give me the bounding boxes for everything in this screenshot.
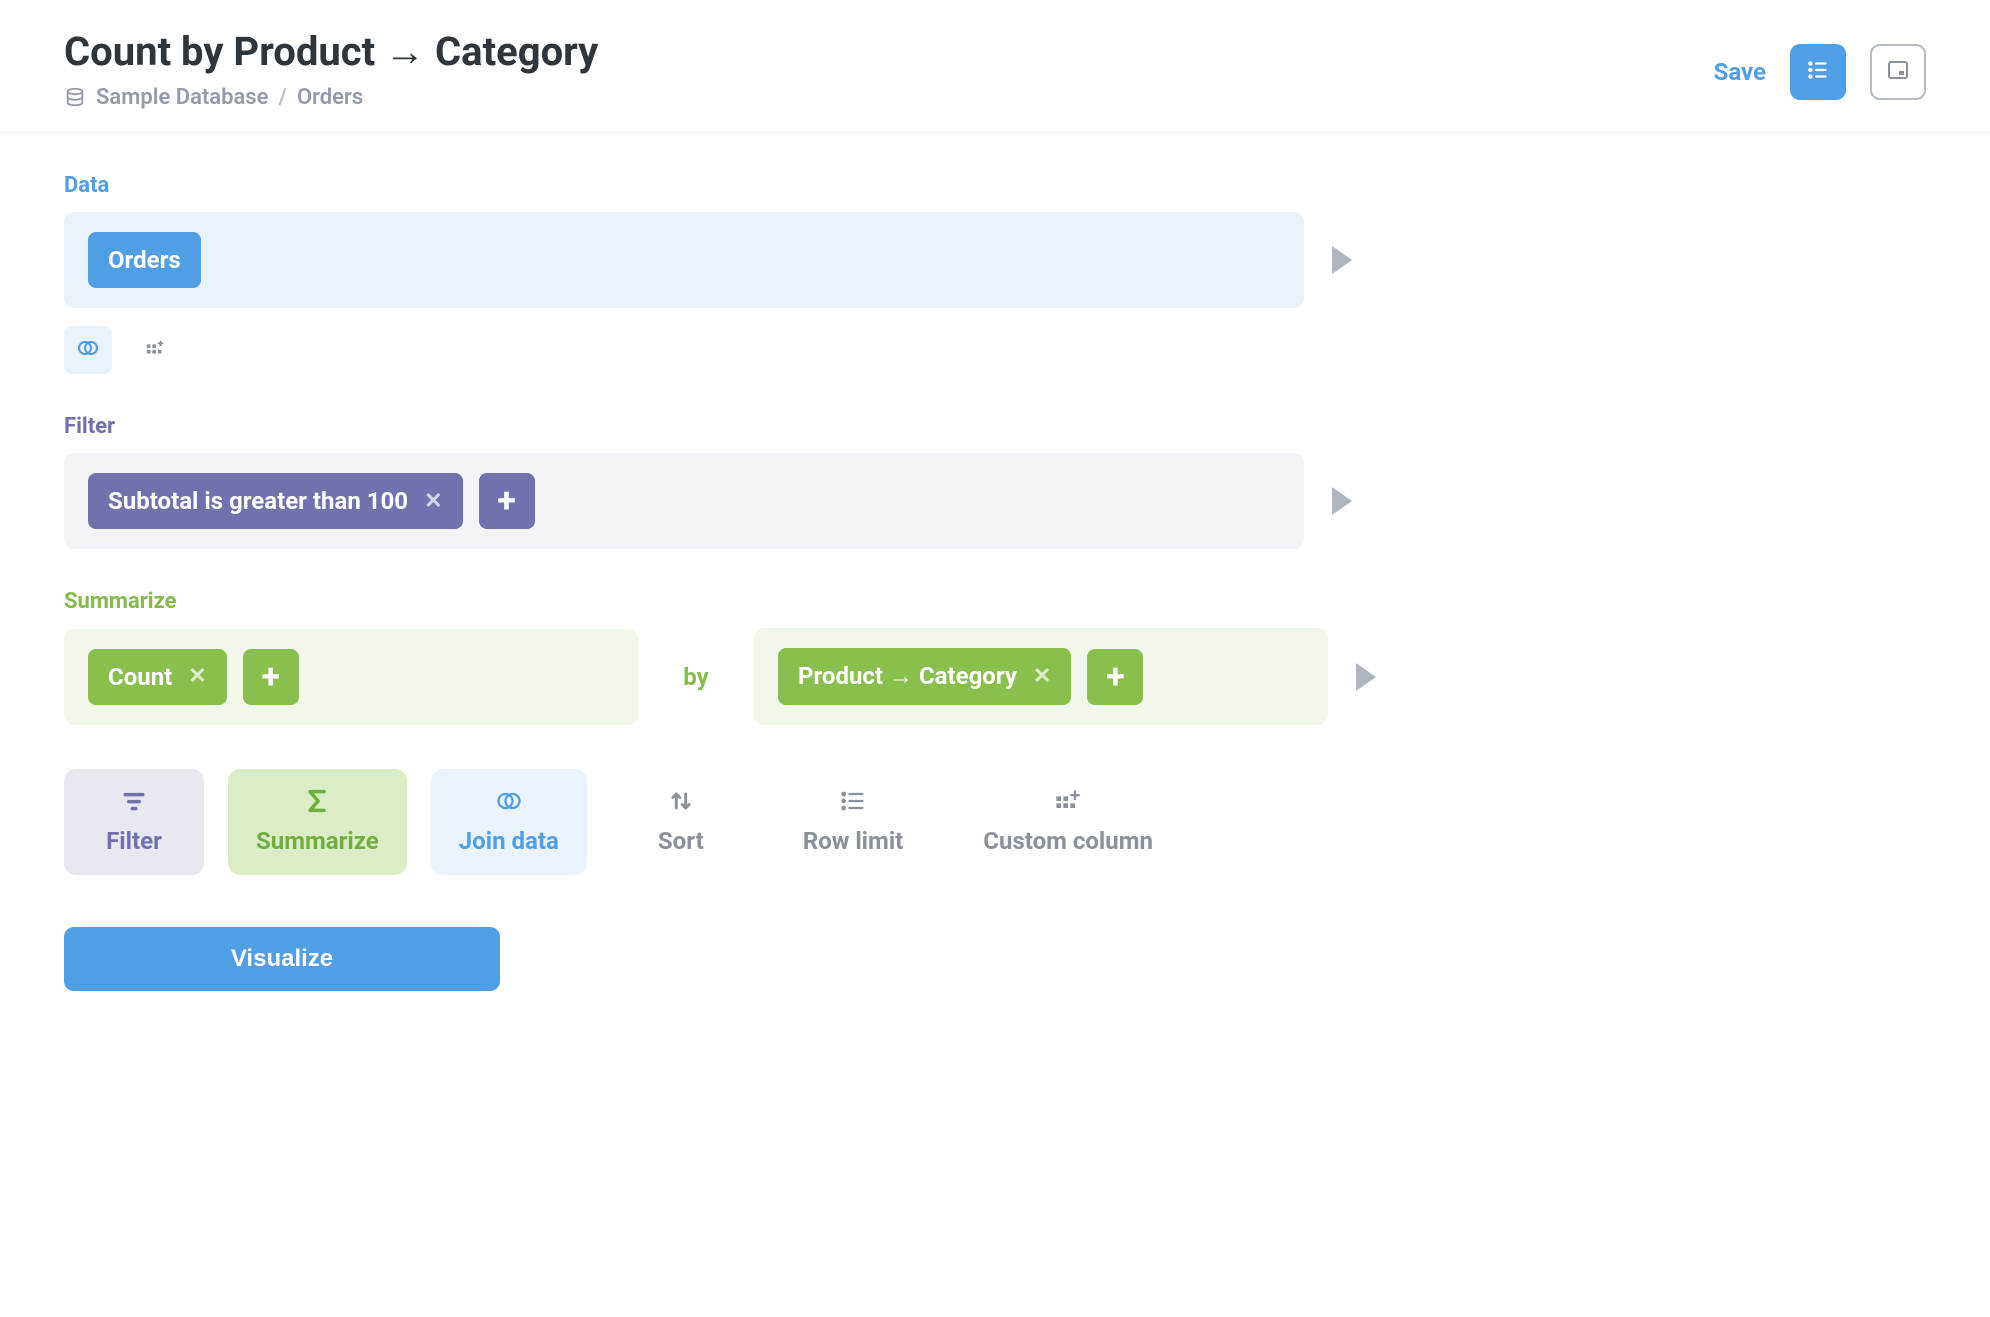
aggregation-label: Count: [108, 663, 172, 691]
data-section-label: Data: [64, 173, 1926, 198]
join-icon: [494, 787, 524, 815]
plus-icon: +: [261, 660, 280, 694]
add-aggregation-button[interactable]: +: [243, 649, 299, 705]
sigma-icon: [303, 787, 331, 815]
summarize-preview-button[interactable]: [1356, 663, 1376, 691]
filter-chip[interactable]: Subtotal is greater than 100 ✕: [88, 473, 463, 529]
plus-icon: +: [1106, 660, 1125, 694]
sort-card-label: Sort: [658, 827, 704, 855]
list-icon: [839, 787, 867, 815]
filter-chip-label: Subtotal is greater than 100: [108, 487, 408, 515]
breadcrumb-table[interactable]: Orders: [297, 85, 363, 110]
filter-section: Filter Subtotal is greater than 100 ✕ +: [64, 414, 1926, 549]
join-card-label: Join data: [459, 827, 559, 855]
header: Count by Product → Category Sample Datab…: [0, 0, 1990, 133]
data-preview-button[interactable]: [1332, 246, 1352, 274]
filter-card[interactable]: Filter: [64, 769, 204, 875]
notebook-icon: [1805, 57, 1831, 87]
join-card[interactable]: Join data: [431, 769, 587, 875]
close-icon[interactable]: ✕: [424, 489, 442, 514]
add-breakout-button[interactable]: +: [1087, 649, 1143, 705]
grid-plus-icon: [145, 337, 167, 363]
add-filter-button[interactable]: +: [479, 473, 535, 529]
custom-column-card[interactable]: Custom column: [955, 769, 1181, 875]
summarize-section-label: Summarize: [64, 589, 1926, 614]
row-limit-card-label: Row limit: [803, 827, 903, 855]
grid-plus-icon: [1054, 787, 1082, 815]
editor-toggle-button[interactable]: [1790, 44, 1846, 100]
data-well: Orders: [64, 212, 1304, 308]
query-editor: Data Orders: [0, 133, 1990, 1051]
custom-column-mini-button[interactable]: [132, 326, 180, 374]
data-source-chip[interactable]: Orders: [88, 232, 201, 288]
close-icon[interactable]: ✕: [1033, 664, 1051, 689]
plus-icon: +: [497, 484, 516, 518]
breakout-well: Product → Category ✕ +: [754, 628, 1328, 725]
breadcrumb-db[interactable]: Sample Database: [96, 85, 268, 110]
breakout-chip[interactable]: Product → Category ✕: [778, 648, 1071, 705]
join-mini-button[interactable]: [64, 326, 112, 374]
panel-toggle-button[interactable]: [1870, 44, 1926, 100]
action-cards: Filter Summarize Join data: [64, 769, 1926, 875]
breakout-label: Product → Category: [798, 662, 1017, 691]
filter-well: Subtotal is greater than 100 ✕ +: [64, 453, 1304, 549]
breadcrumb-sep: /: [278, 85, 286, 110]
visualize-button[interactable]: Visualize: [64, 927, 500, 991]
join-icon: [76, 336, 100, 364]
filter-icon: [120, 787, 148, 815]
close-icon[interactable]: ✕: [188, 664, 206, 689]
save-button[interactable]: Save: [1714, 58, 1766, 86]
aggregation-well: Count ✕ +: [64, 629, 638, 725]
summarize-section: Summarize Count ✕ + by Product → Categor…: [64, 589, 1926, 725]
page-title: Count by Product → Category: [64, 28, 598, 75]
data-section: Data Orders: [64, 173, 1926, 374]
summarize-card[interactable]: Summarize: [228, 769, 407, 875]
summarize-card-label: Summarize: [256, 827, 379, 855]
by-label: by: [666, 663, 726, 691]
filter-card-label: Filter: [106, 827, 162, 855]
header-actions: Save: [1714, 28, 1926, 100]
sort-card[interactable]: Sort: [611, 769, 751, 875]
custom-column-card-label: Custom column: [983, 827, 1153, 855]
header-left: Count by Product → Category Sample Datab…: [64, 28, 598, 110]
data-mini-toolbar: [64, 326, 1926, 374]
data-source-label: Orders: [108, 246, 181, 274]
panel-icon: [1886, 58, 1910, 86]
filter-section-label: Filter: [64, 414, 1926, 439]
breadcrumb: Sample Database / Orders: [64, 85, 598, 110]
sort-icon: [667, 787, 695, 815]
aggregation-chip[interactable]: Count ✕: [88, 649, 227, 705]
row-limit-card[interactable]: Row limit: [775, 769, 931, 875]
filter-preview-button[interactable]: [1332, 487, 1352, 515]
database-icon: [64, 87, 86, 109]
